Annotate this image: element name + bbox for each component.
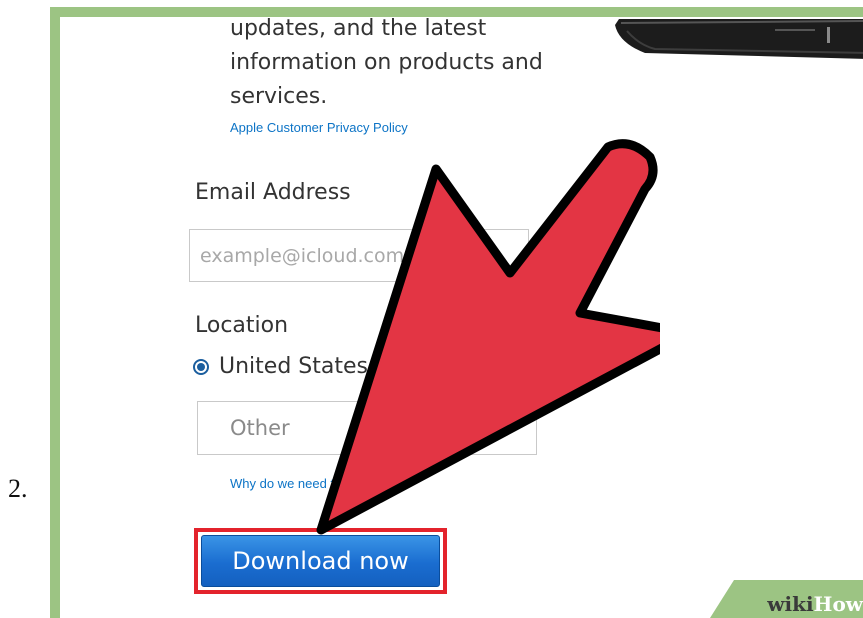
watermark-how: How <box>813 592 863 616</box>
step-number: 2. <box>8 474 28 503</box>
download-highlight-box: Download now <box>194 528 447 594</box>
why-need-this-link[interactable]: Why do we need this? <box>230 476 358 491</box>
email-input[interactable] <box>189 229 529 282</box>
intro-line: updates, and the latest <box>230 17 487 41</box>
mac-laptop-image <box>615 19 863 59</box>
screenshot-frame: updates, and the latest information on p… <box>50 7 863 618</box>
email-label: Email Address <box>195 180 351 205</box>
intro-line: services. <box>230 84 328 109</box>
privacy-policy-link[interactable]: Apple Customer Privacy Policy <box>230 120 408 135</box>
location-option-label: United States <box>219 354 368 379</box>
location-option-united-states[interactable]: United States <box>193 354 368 379</box>
radio-selected-icon[interactable] <box>193 358 209 375</box>
wikihow-watermark: wikiHow <box>710 580 863 618</box>
marketing-intro-text: updates, and the latest information on p… <box>230 17 590 114</box>
other-location-input[interactable] <box>197 401 537 455</box>
download-now-button[interactable]: Download now <box>201 535 440 587</box>
download-form-panel: updates, and the latest information on p… <box>60 17 863 618</box>
wikihow-step-page: 2. updates, and the latest information o… <box>0 0 863 618</box>
watermark-wiki: wiki <box>767 592 814 616</box>
location-label: Location <box>195 313 289 338</box>
watermark-text: wikiHow <box>767 592 863 616</box>
radio-dot <box>197 362 205 371</box>
intro-line: information on products and <box>230 50 543 75</box>
